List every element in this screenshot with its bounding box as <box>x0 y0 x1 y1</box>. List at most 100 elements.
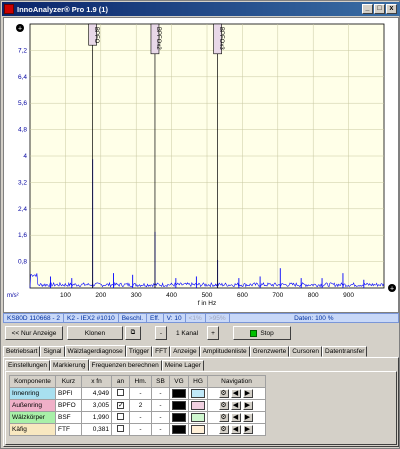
arrow-left-icon[interactable]: ◀ <box>230 401 241 410</box>
vg-cell[interactable] <box>169 387 189 400</box>
column-header: VG <box>169 375 189 388</box>
klonen-button[interactable]: Klonen <box>67 326 123 340</box>
component-an-cell[interactable] <box>111 387 130 400</box>
vg-cell[interactable] <box>169 423 189 436</box>
vg-cell[interactable] <box>169 411 189 424</box>
subtab-frequenzen-berechnen[interactable]: Frequenzen berechnen <box>88 360 162 371</box>
component-short: BPFO <box>55 399 82 412</box>
status-mode[interactable]: Beschl. <box>119 314 148 322</box>
arrow-right-icon[interactable]: ▶ <box>242 401 253 410</box>
component-harmonics[interactable]: - <box>129 411 152 424</box>
tab-anzeige[interactable]: Anzeige <box>170 346 200 357</box>
button-row: << Nur Anzeige Klonen ⧉ - 1 Kanal + Stop <box>3 325 399 341</box>
hg-cell[interactable] <box>188 387 208 400</box>
table-row: Innenring BPFI 4,949 - - ⚙ ◀ ▶ <box>9 387 266 400</box>
arrow-right-icon[interactable]: ▶ <box>242 389 253 398</box>
component-short: FTF <box>55 423 82 436</box>
spectrum-chart[interactable]: 100 200 300 400 500 600 700 800 900 0,8 1,6 2,4 3,2 4… <box>3 17 399 313</box>
tab-fft[interactable]: FFT <box>152 346 171 357</box>
foreground-color-swatch[interactable] <box>172 425 186 434</box>
component-an-cell[interactable] <box>111 411 130 424</box>
navigation-cell: ⚙ ◀ ▶ <box>207 423 266 436</box>
app-icon <box>4 4 14 14</box>
enable-checkbox[interactable] <box>117 413 124 420</box>
component-sidebands[interactable]: - <box>151 387 170 400</box>
component-short: BSF <box>55 411 82 424</box>
component-harmonics[interactable]: - <box>129 423 152 436</box>
component-sidebands[interactable]: - <box>151 411 170 424</box>
hg-cell[interactable] <box>188 399 208 412</box>
column-header: Navigation <box>207 375 266 388</box>
arrow-right-icon[interactable]: ▶ <box>242 413 253 422</box>
settings-icon[interactable]: ⚙ <box>218 389 229 398</box>
status-eff[interactable]: Eff. <box>147 314 164 322</box>
x-tick-label: 700 <box>272 292 283 299</box>
component-xfn[interactable]: 0,381 <box>81 423 112 436</box>
close-button[interactable]: x <box>386 4 397 14</box>
component-harmonics[interactable]: - <box>129 387 152 400</box>
column-header: SB <box>151 375 170 388</box>
component-harmonics[interactable]: 2 <box>129 399 152 412</box>
component-an-cell[interactable] <box>111 423 130 436</box>
background-color-swatch[interactable] <box>191 389 205 398</box>
subtab-meine-lager[interactable]: Meine Lager <box>161 360 204 371</box>
tab-betriebsart[interactable]: Betriebsart <box>3 346 41 357</box>
copy-icon[interactable]: ⧉ <box>125 326 141 340</box>
subtab-markierung[interactable]: Markierung <box>50 359 89 371</box>
settings-icon[interactable]: ⚙ <box>218 401 229 410</box>
component-name: Wälzkörper <box>9 411 56 424</box>
status-v[interactable]: V: 10 <box>164 314 186 322</box>
settings-icon[interactable]: ⚙ <box>218 413 229 422</box>
maximize-button[interactable]: □ <box>374 4 385 14</box>
component-an-cell[interactable]: ✓ <box>111 399 130 412</box>
channel-plus-button[interactable]: + <box>207 326 219 340</box>
background-color-swatch[interactable] <box>191 401 205 410</box>
status-bar: KS80D 110668 - 2 K2 - IEX2 #1010 Beschl.… <box>3 313 399 323</box>
column-header: HG <box>188 375 208 388</box>
tab-amplitudenliste[interactable]: Amplitudenliste <box>199 346 250 357</box>
background-color-swatch[interactable] <box>191 425 205 434</box>
tab-wälzlagerdiagnose[interactable]: Wälzlagerdiagnose <box>64 345 126 357</box>
foreground-color-swatch[interactable] <box>172 401 186 410</box>
component-xfn[interactable]: 1,990 <box>81 411 112 424</box>
hg-cell[interactable] <box>188 411 208 424</box>
component-xfn[interactable]: 4,949 <box>81 387 112 400</box>
x-tick-label: 400 <box>166 292 177 299</box>
y-tick-label: 2,4 <box>18 206 27 213</box>
vg-cell[interactable] <box>169 399 189 412</box>
spectrum-svg: 100 200 300 400 500 600 700 800 900 0,8 1,6 2,4 3,2 4… <box>7 23 396 307</box>
bearing-marker-label: BPFO <box>93 27 99 44</box>
hg-cell[interactable] <box>188 423 208 436</box>
tab-grenzwerte[interactable]: Grenzwerte <box>249 346 290 357</box>
arrow-left-icon[interactable]: ◀ <box>230 425 241 434</box>
settings-icon[interactable]: ⚙ <box>218 425 229 434</box>
background-color-swatch[interactable] <box>191 413 205 422</box>
stop-label: Stop <box>260 329 274 337</box>
status-channel[interactable]: K2 - IEX2 #1010 <box>64 314 119 322</box>
foreground-color-swatch[interactable] <box>172 389 186 398</box>
tab-signal[interactable]: Signal <box>40 346 65 357</box>
component-sidebands[interactable]: - <box>151 399 170 412</box>
channel-minus-button[interactable]: - <box>155 326 167 340</box>
component-xfn[interactable]: 3,005 <box>81 399 112 412</box>
nur-anzeige-button[interactable]: << Nur Anzeige <box>5 326 63 340</box>
y-tick-label: 4,8 <box>18 127 27 134</box>
subtab-einstellungen[interactable]: Einstellungen <box>5 360 51 371</box>
minimize-button[interactable]: _ <box>362 4 373 14</box>
component-name: Innenring <box>9 387 56 400</box>
arrow-left-icon[interactable]: ◀ <box>230 413 241 422</box>
stop-button[interactable]: Stop <box>233 326 291 340</box>
arrow-right-icon[interactable]: ▶ <box>242 425 253 434</box>
column-header: Komponente <box>9 375 56 388</box>
tab-trigger[interactable]: Trigger <box>125 346 153 357</box>
enable-checkbox[interactable]: ✓ <box>117 402 124 409</box>
y-tick-label: 1,6 <box>18 232 27 239</box>
enable-checkbox[interactable] <box>117 425 124 432</box>
foreground-color-swatch[interactable] <box>172 413 186 422</box>
arrow-left-icon[interactable]: ◀ <box>230 389 241 398</box>
tab-datentransfer[interactable]: Datentransfer <box>322 346 368 357</box>
enable-checkbox[interactable] <box>117 389 124 396</box>
tab-cursoren[interactable]: Cursoren <box>289 346 323 357</box>
status-device[interactable]: KS80D 110668 - 2 <box>4 314 64 322</box>
component-sidebands[interactable]: - <box>151 423 170 436</box>
